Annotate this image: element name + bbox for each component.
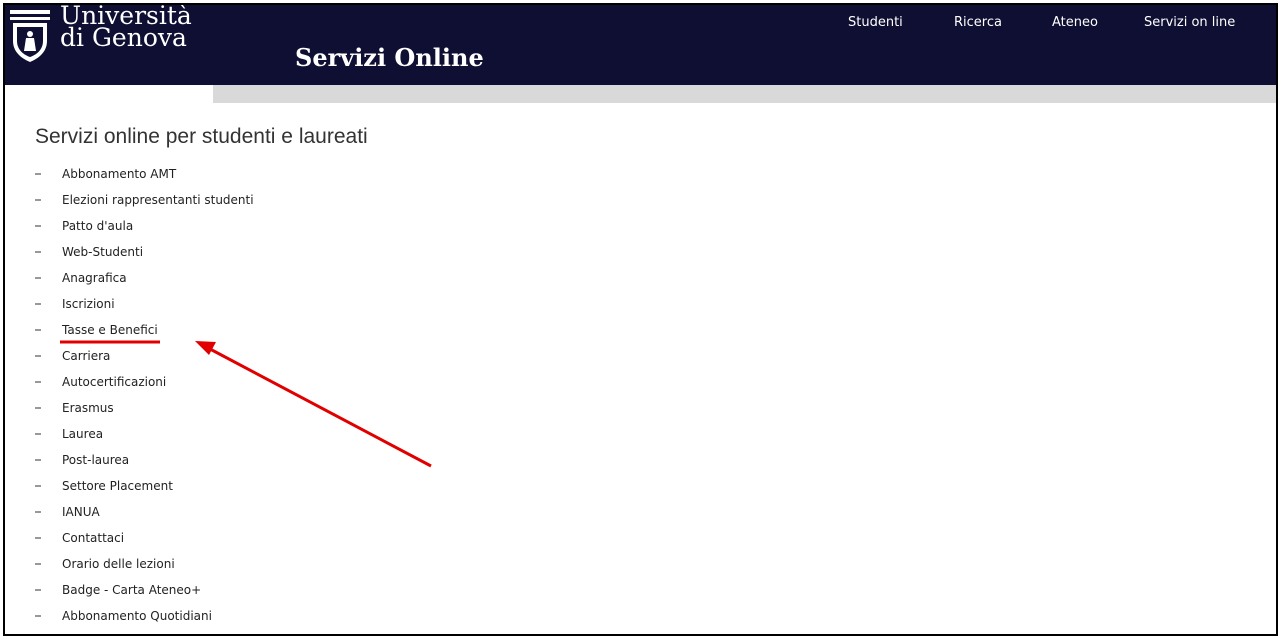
list-item: Web-Studenti xyxy=(35,239,254,265)
bullet-icon xyxy=(35,355,41,357)
list-item: Carriera xyxy=(35,343,254,369)
bullet-icon xyxy=(35,589,41,591)
site-title: Servizi Online xyxy=(295,43,484,72)
list-item: Autocertificazioni xyxy=(35,369,254,395)
university-name[interactable]: Università di Genova xyxy=(60,5,192,52)
site-header: Università di Genova Servizi Online Stud… xyxy=(5,5,1276,85)
bullet-icon xyxy=(35,407,41,409)
list-item: Elezioni rappresentanti studenti xyxy=(35,187,254,213)
list-item: Badge - Carta Ateneo+ xyxy=(35,577,254,603)
bullet-icon xyxy=(35,199,41,201)
bullet-icon xyxy=(35,511,41,513)
browser-frame: Università di Genova Servizi Online Stud… xyxy=(3,3,1278,636)
university-name-line2: di Genova xyxy=(60,23,187,52)
list-item: Contattaci xyxy=(35,525,254,551)
nav-ricerca[interactable]: Ricerca xyxy=(954,15,1002,30)
menu-link-tasse-e-benefici[interactable]: Tasse e Benefici xyxy=(62,323,158,337)
list-item: Laurea xyxy=(35,421,254,447)
bullet-icon xyxy=(35,485,41,487)
bullet-icon xyxy=(35,251,41,253)
list-item: Settore Placement xyxy=(35,473,254,499)
menu-link-orario-lezioni[interactable]: Orario delle lezioni xyxy=(62,557,175,571)
bullet-icon xyxy=(35,537,41,539)
menu-link-anagrafica[interactable]: Anagrafica xyxy=(62,271,127,285)
list-item: Tasse e Benefici xyxy=(35,317,254,343)
menu-link-elezioni[interactable]: Elezioni rappresentanti studenti xyxy=(62,193,254,207)
bullet-icon xyxy=(35,225,41,227)
menu-link-patto-aula[interactable]: Patto d'aula xyxy=(62,219,133,233)
menu-link-contattaci[interactable]: Contattaci xyxy=(62,531,124,545)
menu-link-badge-carta-ateneo[interactable]: Badge - Carta Ateneo+ xyxy=(62,583,201,597)
list-item: Erasmus xyxy=(35,395,254,421)
list-item: Iscrizioni xyxy=(35,291,254,317)
menu-link-abbonamento-quotidiani[interactable]: Abbonamento Quotidiani xyxy=(62,609,212,623)
bullet-icon xyxy=(35,303,41,305)
menu-link-post-laurea[interactable]: Post-laurea xyxy=(62,453,129,467)
university-seal-icon[interactable] xyxy=(7,7,53,63)
bullet-icon xyxy=(35,381,41,383)
list-item: IANUA xyxy=(35,499,254,525)
bullet-icon xyxy=(35,277,41,279)
page-title: Servizi online per studenti e laureati xyxy=(35,125,368,148)
list-item: Post-laurea xyxy=(35,447,254,473)
bullet-icon xyxy=(35,615,41,617)
sub-header-bar xyxy=(213,85,1276,103)
list-item: Anagrafica xyxy=(35,265,254,291)
menu-link-carriera[interactable]: Carriera xyxy=(62,349,110,363)
menu-link-ianua[interactable]: IANUA xyxy=(62,505,100,519)
menu-link-laurea[interactable]: Laurea xyxy=(62,427,103,441)
list-item: Abbonamento AMT xyxy=(35,161,254,187)
nav-servizi-on-line[interactable]: Servizi on line xyxy=(1144,15,1235,30)
list-item: Abbonamento Quotidiani xyxy=(35,603,254,629)
list-item: Orario delle lezioni xyxy=(35,551,254,577)
menu-link-iscrizioni[interactable]: Iscrizioni xyxy=(62,297,115,311)
bullet-icon xyxy=(35,433,41,435)
nav-ateneo[interactable]: Ateneo xyxy=(1052,15,1098,30)
bullet-icon xyxy=(35,563,41,565)
nav-studenti[interactable]: Studenti xyxy=(848,15,903,30)
menu-link-erasmus[interactable]: Erasmus xyxy=(62,401,114,415)
bullet-icon xyxy=(35,329,41,331)
menu-link-abbonamento-amt[interactable]: Abbonamento AMT xyxy=(62,167,176,181)
list-item: Patto d'aula xyxy=(35,213,254,239)
menu-link-settore-placement[interactable]: Settore Placement xyxy=(62,479,173,493)
bullet-icon xyxy=(35,459,41,461)
menu-link-autocertificazioni[interactable]: Autocertificazioni xyxy=(62,375,166,389)
services-menu: Abbonamento AMT Elezioni rappresentanti … xyxy=(35,161,254,629)
menu-link-web-studenti[interactable]: Web-Studenti xyxy=(62,245,143,259)
bullet-icon xyxy=(35,173,41,175)
